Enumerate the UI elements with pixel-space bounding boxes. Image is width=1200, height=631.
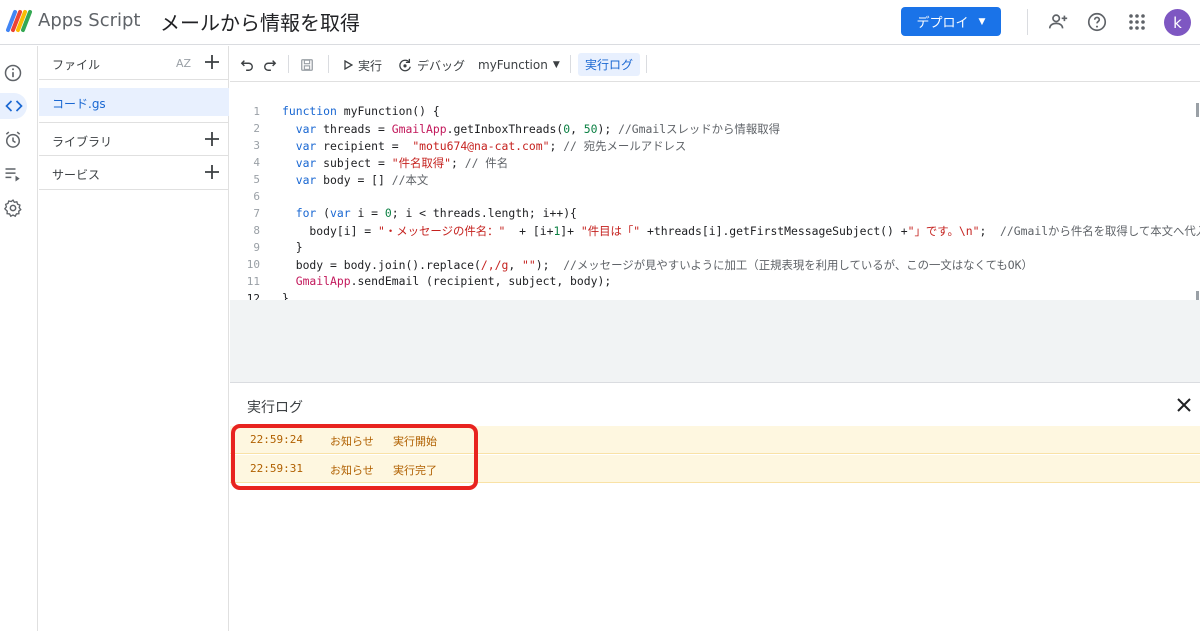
toolbar-divider xyxy=(328,55,329,73)
code-line: 5 var body = [] //本文 xyxy=(230,171,1200,188)
function-name: myFunction xyxy=(478,58,548,72)
code-text: } xyxy=(282,240,303,254)
libraries-header: ライブラリ xyxy=(39,122,229,156)
left-rail xyxy=(0,46,38,631)
code-text: var subject = "件名取得"; // 件名 xyxy=(295,156,509,170)
apps-grid-icon[interactable] xyxy=(1124,9,1150,35)
libraries-label: ライブラリ xyxy=(52,135,113,149)
files-label: ファイル xyxy=(52,58,101,72)
code-text: var body = [] //本文 xyxy=(295,173,429,187)
add-person-icon[interactable] xyxy=(1045,9,1071,35)
settings-gear-icon[interactable] xyxy=(0,195,26,221)
line-number: 1 xyxy=(253,105,260,118)
file-item-code-gs[interactable]: コード.gs xyxy=(39,88,229,116)
run-label: 実行 xyxy=(358,58,383,73)
line-number: 6 xyxy=(253,190,260,203)
redo-icon[interactable] xyxy=(263,55,277,75)
line-number: 11 xyxy=(246,275,260,288)
editor-toolbar: 実行 デバッグ myFunction ▼ 実行ログ xyxy=(230,46,1200,82)
code-line: 4 var subject = "件名取得"; // 件名 xyxy=(230,154,1200,171)
code-text: GmailApp.sendEmail (recipient, subject, … xyxy=(295,274,612,288)
execution-log-panel: 実行ログ 22:59:24 お知らせ 実行開始 22:59:31 お知らせ 実行… xyxy=(230,382,1200,631)
function-select[interactable]: myFunction ▼ xyxy=(478,55,560,75)
sort-az-icon[interactable]: AZ xyxy=(176,57,191,70)
file-name: コード.gs xyxy=(52,97,106,111)
services-label: サービス xyxy=(52,168,101,182)
caret-down-icon: ▼ xyxy=(552,60,560,70)
highlight-annotation xyxy=(231,424,478,490)
code-line: 9 } xyxy=(230,239,1200,256)
code-text: body[i] = "・メッセージの件名：" + [i+1]+ "件目は「" +… xyxy=(282,224,1200,238)
add-service-plus-icon[interactable] xyxy=(203,163,221,181)
overview-info-icon[interactable] xyxy=(0,60,26,86)
apps-script-logo-icon[interactable] xyxy=(5,8,33,34)
code-line: 3 var recipient = "motu674@na-cat.com"; … xyxy=(230,137,1200,154)
deploy-button[interactable]: デプロイ ▼ xyxy=(901,7,1001,36)
code-line: 7 for (var i = 0; i < threads.length; i+… xyxy=(230,205,1200,222)
header-divider xyxy=(1027,9,1028,35)
line-number: 9 xyxy=(253,241,260,254)
toolbar-divider xyxy=(570,55,571,73)
undo-icon[interactable] xyxy=(240,55,254,75)
code-text: var threads = GmailApp.getInboxThreads(0… xyxy=(295,122,780,136)
avatar[interactable]: k xyxy=(1164,9,1191,36)
execution-log-toggle[interactable]: 実行ログ xyxy=(578,53,641,76)
editor-empty-area xyxy=(230,300,1200,382)
toolbar-divider xyxy=(646,55,647,73)
line-number: 3 xyxy=(253,139,260,152)
line-number: 10 xyxy=(246,258,260,271)
caret-down-icon: ▼ xyxy=(978,16,986,27)
debug-button[interactable]: デバッグ xyxy=(398,55,465,75)
project-title[interactable]: メールから情報を取得 xyxy=(160,7,360,36)
editor-code-icon[interactable] xyxy=(0,93,27,119)
add-library-plus-icon[interactable] xyxy=(203,130,221,148)
code-line: 11 GmailApp.sendEmail (recipient, subjec… xyxy=(230,273,1200,290)
toolbar-divider xyxy=(288,55,289,73)
deploy-button-label: デプロイ xyxy=(916,16,969,31)
top-bar: Apps Script メールから情報を取得 デプロイ ▼ k xyxy=(0,0,1200,45)
triggers-alarm-icon[interactable] xyxy=(0,127,26,153)
code-line: 8 body[i] = "・メッセージの件名：" + [i+1]+ "件目は「"… xyxy=(230,222,1200,239)
code-text: for (var i = 0; i < threads.length; i++)… xyxy=(295,206,577,220)
line-number: 8 xyxy=(253,224,260,237)
execution-log-title: 実行ログ xyxy=(247,400,303,416)
files-panel: ファイル AZ コード.gs ライブラリ サービス xyxy=(39,46,229,631)
help-icon[interactable] xyxy=(1084,9,1110,35)
debug-label: デバッグ xyxy=(417,58,466,73)
services-header: サービス xyxy=(39,156,229,190)
save-icon[interactable] xyxy=(300,55,314,75)
app-name[interactable]: Apps Script xyxy=(38,10,140,31)
code-line: 1 function myFunction() { xyxy=(230,103,1200,120)
code-line: 2 var threads = GmailApp.getInboxThreads… xyxy=(230,120,1200,137)
code-line: 10 body = body.join().replace(/,/g, "");… xyxy=(230,256,1200,273)
code-text: body = body.join().replace(/,/g, ""); //… xyxy=(282,258,1033,272)
line-number: 4 xyxy=(253,156,260,169)
line-number: 5 xyxy=(253,173,260,186)
files-header: ファイル AZ xyxy=(39,46,229,80)
line-number: 2 xyxy=(253,122,260,135)
add-file-plus-icon[interactable] xyxy=(203,53,221,71)
close-icon[interactable] xyxy=(1175,396,1193,414)
debug-icon xyxy=(399,58,411,72)
code-text: function myFunction() { xyxy=(282,104,440,118)
play-icon xyxy=(344,60,353,70)
code-line: 6 xyxy=(230,188,1200,205)
code-text: var recipient = "motu674@na-cat.com"; //… xyxy=(295,139,687,153)
line-number: 7 xyxy=(253,207,260,220)
executions-list-icon[interactable] xyxy=(0,161,26,187)
scrollbar-marker[interactable] xyxy=(1196,103,1199,117)
run-button[interactable]: 実行 xyxy=(343,55,382,75)
